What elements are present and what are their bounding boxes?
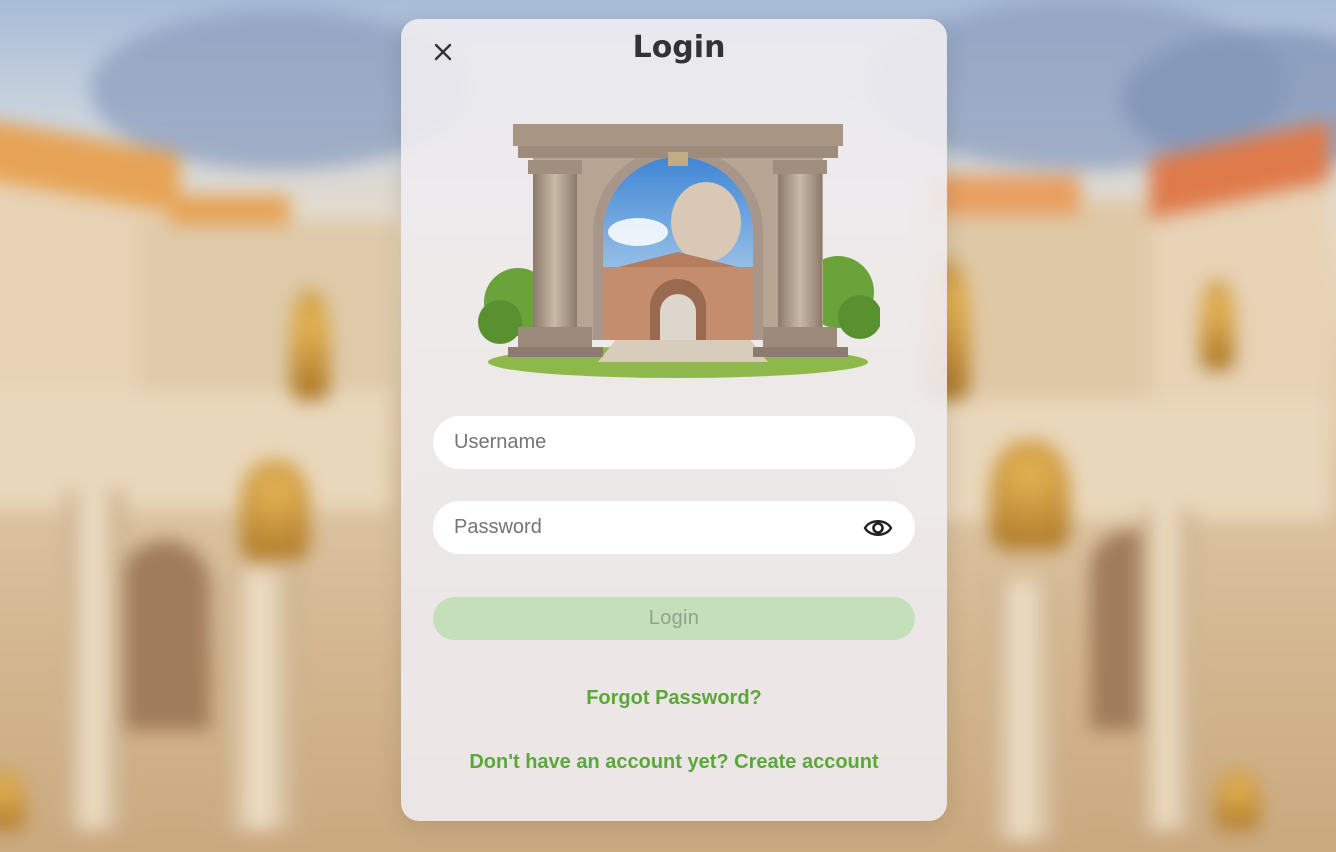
- create-account-link[interactable]: Don't have an account yet? Create accoun…: [401, 751, 947, 774]
- dialog-title: Login: [632, 30, 726, 65]
- hero-arch-image: [478, 124, 880, 378]
- eye-icon[interactable]: [863, 514, 893, 542]
- password-input[interactable]: [433, 501, 854, 554]
- login-button[interactable]: Login: [433, 597, 915, 640]
- username-field[interactable]: [433, 416, 915, 469]
- username-input[interactable]: [433, 416, 854, 469]
- forgot-password-link[interactable]: Forgot Password?: [401, 687, 947, 710]
- password-field[interactable]: [433, 501, 915, 554]
